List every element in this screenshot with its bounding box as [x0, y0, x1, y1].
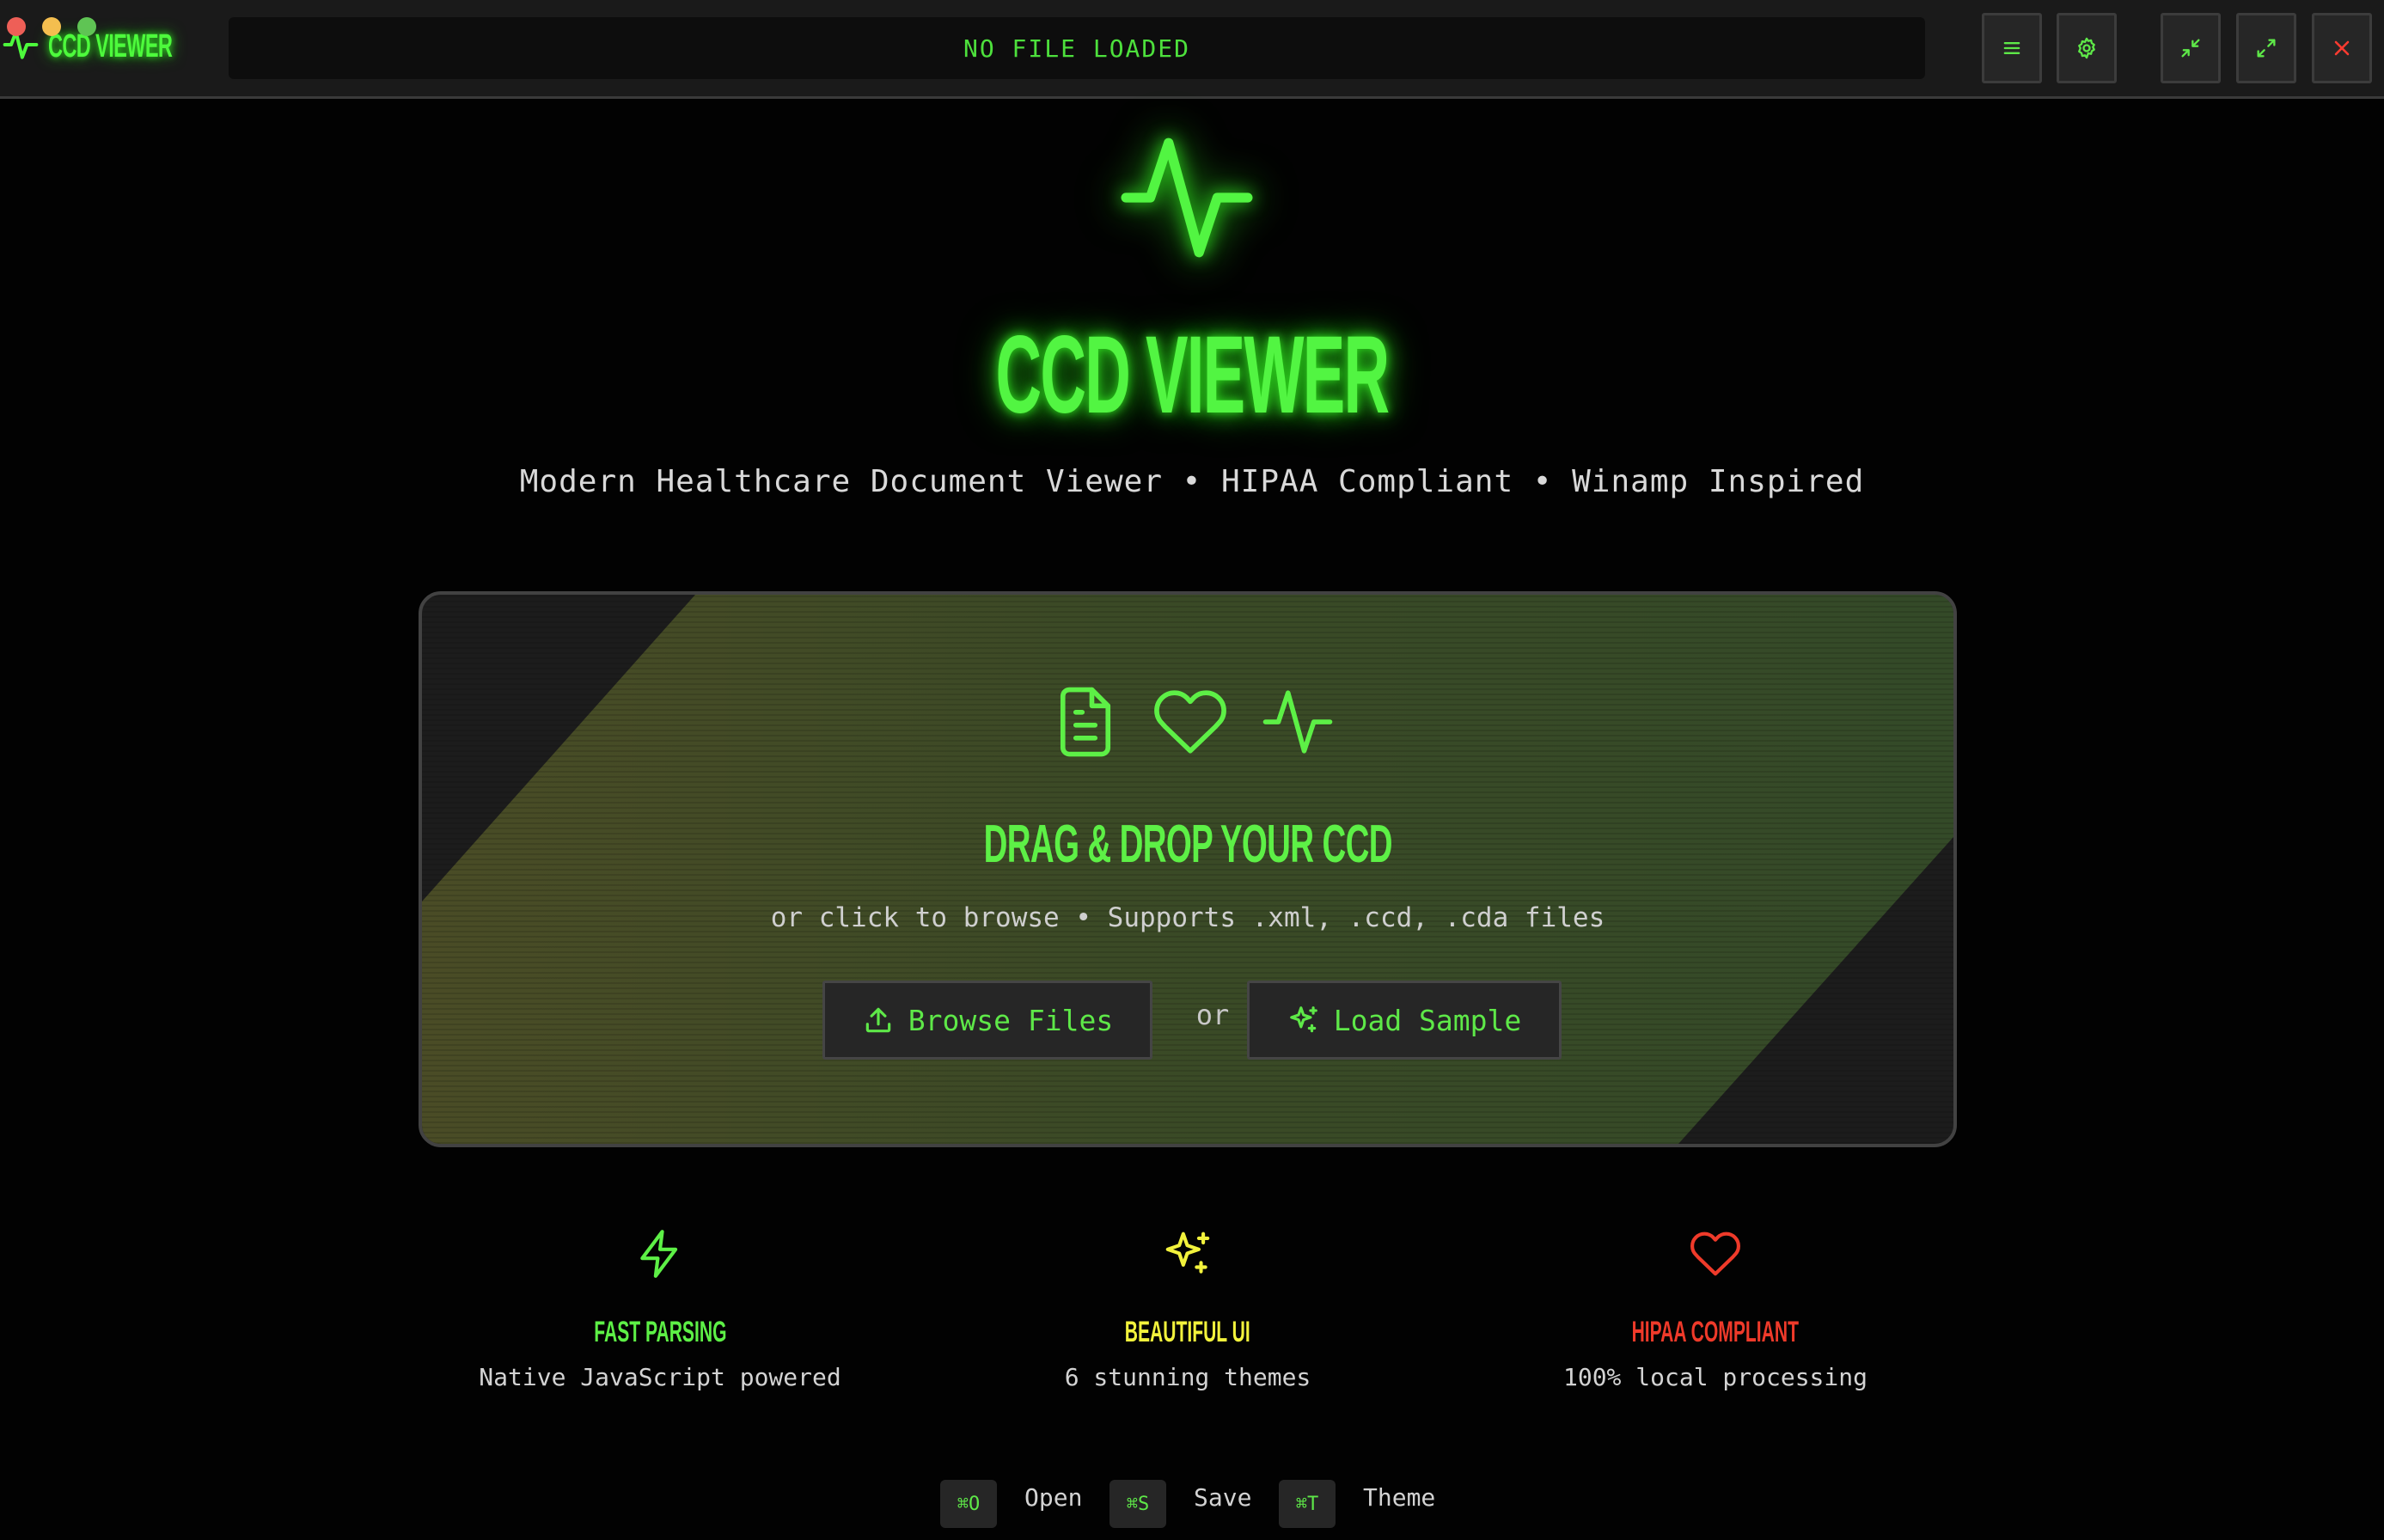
shortcut-key-open: ⌘O: [940, 1480, 997, 1528]
file-text-icon: [1060, 687, 1111, 757]
file-status-text: NO FILE LOADED: [963, 34, 1190, 63]
feature-fast-parsing: FAST PARSING Native JavaScript powered: [428, 1227, 892, 1391]
browse-files-label: Browse Files: [908, 1003, 1114, 1037]
feature-description: Native JavaScript powered: [479, 1363, 841, 1391]
feature-title: HIPAA COMPLIANT: [1631, 1316, 1800, 1348]
browse-files-button[interactable]: Browse Files: [822, 981, 1152, 1060]
heart-icon: [1154, 690, 1226, 754]
window-zoom-dot[interactable]: [77, 17, 96, 36]
feature-beautiful-ui: BEAUTIFUL UI 6 stunning themes: [956, 1227, 1420, 1391]
gear-icon: [2078, 37, 2095, 59]
app-window: CCD VIEWER NO FILE LOADED CCD VIEWER Mod…: [0, 0, 2384, 1540]
drop-zone-subtitle: or click to browse • Supports .xml, .ccd…: [770, 902, 1605, 933]
file-drop-zone[interactable]: DRAG & DROP YOUR CCD or click to browse …: [419, 591, 1957, 1147]
feature-description: 6 stunning themes: [1064, 1363, 1311, 1391]
sparkles-icon: [1289, 1006, 1317, 1033]
or-separator: or: [1195, 999, 1230, 1031]
window-minimize-dot[interactable]: [42, 17, 61, 36]
load-sample-button[interactable]: Load Sample: [1247, 981, 1562, 1060]
title-bar: CCD VIEWER NO FILE LOADED: [0, 0, 2384, 99]
app-name: CCD VIEWER: [48, 28, 173, 64]
hero-subtitle: Modern Healthcare Document Viewer • HIPA…: [519, 464, 1865, 499]
maximize-button[interactable]: [2236, 13, 2296, 83]
shortcut-label-open: Open: [1024, 1483, 1083, 1512]
heart-icon: [1690, 1231, 1740, 1276]
menu-icon: [2003, 42, 2020, 54]
hero-title: CCD VIEWER: [995, 314, 1391, 437]
shortcut-key-theme: ⌘T: [1279, 1480, 1336, 1528]
minimize-button[interactable]: [2161, 13, 2221, 83]
maximize-icon: [2257, 39, 2276, 58]
load-sample-label: Load Sample: [1333, 1003, 1522, 1037]
drop-zone-title: DRAG & DROP YOUR CCD: [983, 815, 1392, 874]
feature-title: FAST PARSING: [593, 1316, 727, 1348]
feature-hipaa-compliant: HIPAA COMPLIANT 100% local processing: [1483, 1227, 1947, 1391]
activity-pulse-icon: [1262, 690, 1333, 754]
close-button[interactable]: [2312, 13, 2372, 83]
activity-pulse-icon: [1121, 138, 1253, 258]
shortcut-label-save: Save: [1194, 1483, 1252, 1512]
window-close-dot[interactable]: [7, 17, 26, 36]
settings-button[interactable]: [2057, 13, 2117, 83]
lightning-icon: [640, 1230, 678, 1278]
feature-title: BEAUTIFUL UI: [1124, 1316, 1250, 1348]
shortcut-label-theme: Theme: [1363, 1483, 1436, 1512]
feature-description: 100% local processing: [1562, 1363, 1867, 1391]
sparkles-icon: [1165, 1231, 1210, 1274]
menu-button[interactable]: [1982, 13, 2042, 83]
file-status-display: NO FILE LOADED: [229, 17, 1925, 79]
minimize-icon: [2181, 39, 2200, 58]
shortcut-key-save: ⌘S: [1109, 1480, 1166, 1528]
upload-icon: [865, 1007, 891, 1033]
close-icon: [2334, 40, 2350, 56]
keyboard-shortcuts: ⌘O Open ⌘S Save ⌘T Theme: [0, 1476, 2384, 1528]
